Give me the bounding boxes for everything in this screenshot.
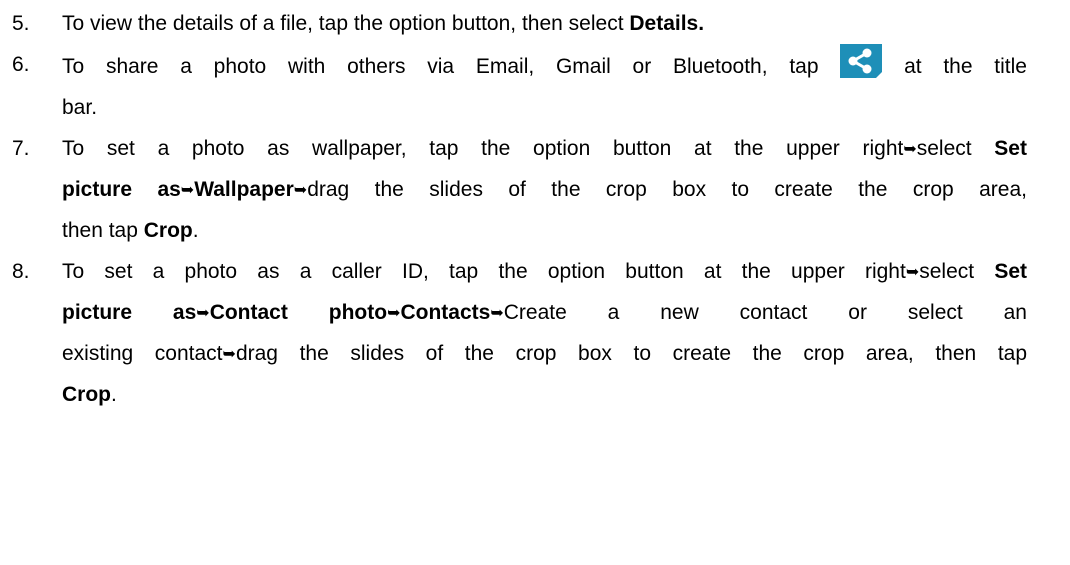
share-icon [840, 44, 883, 78]
instruction-list: 5. To view the details of a file, tap th… [12, 3, 1027, 415]
step-number: 8. [12, 260, 30, 283]
step-text-line: picture as➥Contact photo➥Contacts➥Create… [62, 292, 1027, 333]
step-number: 5. [12, 12, 30, 35]
step-7: 7. To set a photo as wallpaper, tap the … [12, 128, 1027, 251]
step-text-line: then tap Crop. [62, 219, 199, 242]
step-text-line: bar. [62, 96, 98, 119]
arrow-icon: ➥ [293, 180, 308, 199]
step-text: To view the details of a file, tap the o… [62, 12, 705, 35]
arrow-icon: ➥ [387, 303, 401, 322]
step-8: 8. To set a photo as a caller ID, tap th… [12, 251, 1027, 415]
arrow-icon: ➥ [903, 139, 917, 158]
step-6: 6. To share a photo with others via Emai… [12, 44, 1027, 128]
details-option: Details. [629, 12, 705, 35]
arrow-icon: ➥ [196, 303, 210, 322]
arrow-icon: ➥ [180, 180, 195, 199]
step-text-line: To share a photo with others via Email, … [62, 44, 1027, 87]
step-number: 6. [12, 53, 30, 76]
arrow-icon: ➥ [222, 344, 236, 363]
step-text-line: Crop. [62, 383, 117, 406]
step-text-line: existing contact➥drag the slides of the … [62, 333, 1027, 374]
document-page: 5. To view the details of a file, tap th… [0, 0, 1070, 565]
step-text-line: To set a photo as wallpaper, tap the opt… [62, 128, 1027, 169]
arrow-icon: ➥ [490, 303, 504, 322]
step-text-line: To set a photo as a caller ID, tap the o… [62, 251, 1027, 292]
arrow-icon: ➥ [905, 262, 920, 281]
step-5: 5. To view the details of a file, tap th… [12, 3, 1027, 44]
step-text-line: picture as➥Wallpaper➥drag the slides of … [62, 169, 1027, 210]
step-number: 7. [12, 137, 30, 160]
